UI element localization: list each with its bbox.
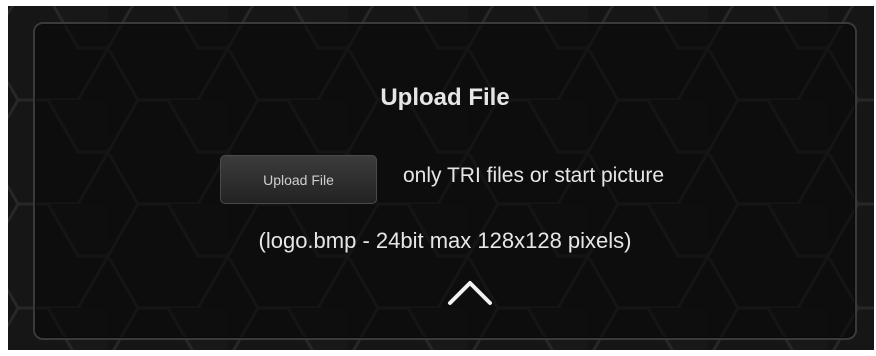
panel-title: Upload File [380,84,510,111]
chevron-up-icon[interactable] [446,277,494,307]
file-type-hint: only TRI files or start picture [403,164,665,187]
upload-window: Upload File Upload File only TRI files o… [8,6,874,350]
upload-panel: Upload File Upload File only TRI files o… [33,22,857,340]
logo-format-note: (logo.bmp - 24bit max 128x128 pixels) [258,228,632,253]
upload-file-button[interactable]: Upload File [220,155,377,204]
